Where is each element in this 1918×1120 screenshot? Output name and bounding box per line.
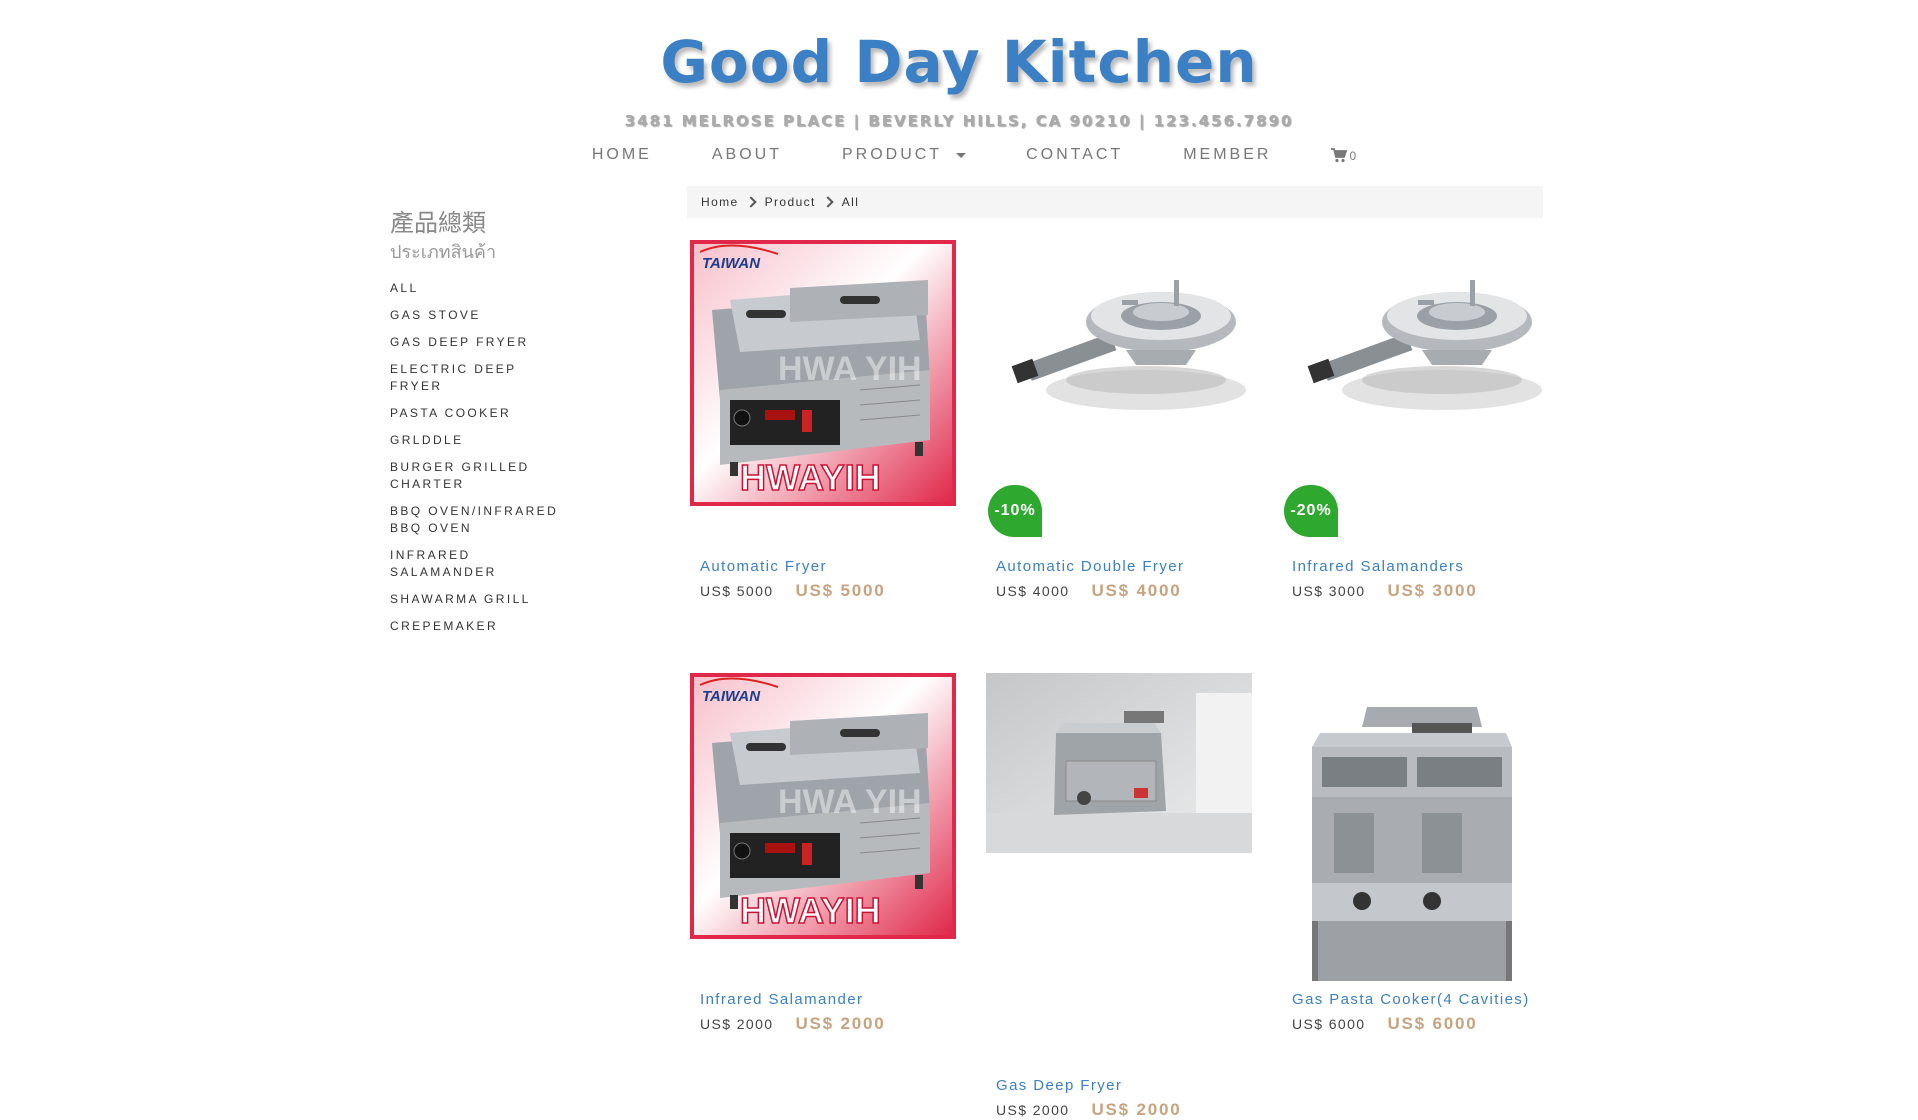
discount-badge: -10% [988,485,1042,537]
discount-badge: -20% [1284,485,1338,537]
product-sale-price: US$ 4000 [1091,581,1182,600]
sidebar-title-thai: ประเภทสินค้า [390,242,497,263]
brand-logo-text: HWAYIH [740,890,881,931]
product-sale-price: US$ 2000 [1091,1100,1182,1119]
category-gas-deep-fryer[interactable]: GAS DEEP FRYER [390,334,565,351]
product-image-griddle[interactable]: TAIWAN HWA YIH HWAYIH [690,673,956,939]
category-list: ALL GAS STOVE GAS DEEP FRYER ELECTRIC DE… [390,280,565,645]
product-original-price: US$ 5000 [700,583,774,599]
shopping-cart-icon [1331,147,1348,162]
nav-contact-label: CONTACT [1026,146,1124,163]
product-card: TAIWAN HWA YIH HWAYIH Automatic Fryer US… [690,240,956,601]
product-name[interactable]: Automatic Double Fryer [996,558,1252,575]
product-name[interactable]: Infrared Salamanders [1292,558,1548,575]
product-image-burner[interactable]: -10% [986,240,1252,537]
nav-home[interactable]: HOME [592,146,652,164]
nav-product-dropdown[interactable]: PRODUCT [841,146,967,164]
product-name[interactable]: Automatic Fryer [700,558,956,575]
product-card: Gas Deep Fryer US$ 2000 US$ 2000 [986,673,1252,1120]
product-name[interactable]: Gas Pasta Cooker(4 Cavities) [1292,991,1548,1008]
category-bbq-oven[interactable]: BBQ OVEN/INFRARED BBQ OVEN [390,503,565,537]
category-shawarma-grill[interactable]: SHAWARMA GRILL [390,591,565,608]
category-all[interactable]: ALL [390,280,565,297]
nav-member-label: MEMBER [1183,146,1272,163]
griddle-image: TAIWAN HWA YIH HWAYIH [690,240,956,506]
product-image-pasta-cooker[interactable] [1282,673,1548,981]
product-price-row: US$ 3000 US$ 3000 [1292,581,1548,601]
breadcrumb: Home Product All [687,186,1543,218]
product-price-row: US$ 6000 US$ 6000 [1292,1014,1548,1034]
product-price-row: US$ 2000 US$ 2000 [700,1014,956,1034]
product-sale-price: US$ 3000 [1387,581,1478,600]
chevron-right-icon [744,196,757,208]
breadcrumb-home[interactable]: Home [701,195,739,209]
taiwan-logo-text: TAIWAN [702,255,761,272]
product-original-price: US$ 3000 [1292,583,1366,599]
gas-burner-image [1307,280,1542,410]
category-burger-grilled-charter[interactable]: BURGER GRILLED CHARTER [390,459,565,493]
product-price-row: US$ 5000 US$ 5000 [700,581,956,601]
griddle-image: TAIWAN HWA YIH HWAYIH [690,673,956,939]
sidebar-title-chinese: 產品總類 [390,209,486,237]
product-original-price: US$ 2000 [700,1016,774,1032]
chevron-right-icon [822,196,834,208]
breadcrumb-all: All [841,195,860,209]
cart-button[interactable]: 0 [1331,147,1357,163]
main-nav: HOME ABOUT PRODUCT CONTACT MEMBER 0 [0,143,1918,167]
product-sale-price: US$ 6000 [1387,1014,1478,1033]
nav-about[interactable]: ABOUT [712,146,782,164]
product-name[interactable]: Infrared Salamander [700,991,956,1008]
category-infrared-salamander[interactable]: INFRARED SALAMANDER [390,547,565,581]
nav-product-label: PRODUCT [841,146,943,163]
product-card: Gas Pasta Cooker(4 Cavities) US$ 6000 US… [1282,673,1548,1034]
watermark-text: HWA YIH [778,350,922,388]
product-image-fryer[interactable] [986,673,1252,939]
product-name[interactable]: Gas Deep Fryer [996,1077,1252,1094]
brand-logo-text: HWAYIH [740,457,881,498]
breadcrumb-product[interactable]: Product [765,195,816,209]
product-price-row: US$ 2000 US$ 2000 [996,1100,1252,1120]
product-sale-price: US$ 2000 [795,1014,886,1033]
gas-burner-image [1011,280,1246,410]
nav-about-label: ABOUT [711,146,782,163]
caret-down-icon [956,152,967,158]
product-card: -20% Infrared Salamanders US$ 3000 US$ 3… [1282,240,1548,601]
product-card: TAIWAN HWA YIH HWAYIH Infrared Salamande… [690,673,956,1034]
product-card: -10% Automatic Double Fryer US$ 4000 US$… [986,240,1252,601]
category-gas-stove[interactable]: GAS STOVE [390,307,565,324]
nav-contact[interactable]: CONTACT [1026,146,1123,164]
nav-member[interactable]: MEMBER [1183,146,1271,164]
watermark-text: HWA YIH [778,783,922,821]
product-sale-price: US$ 5000 [795,581,886,600]
category-electric-deep-fryer[interactable]: ELECTRIC DEEP FRYER [390,361,565,395]
site-title[interactable]: Good Day Kitchen [0,28,1918,96]
category-crepemaker[interactable]: CREPEMAKER [390,618,565,635]
product-image-griddle[interactable]: TAIWAN HWA YIH HWAYIH [690,240,956,506]
product-original-price: US$ 2000 [996,1102,1070,1118]
countertop-fryer-image [986,673,1252,853]
cart-count: 0 [1349,148,1357,163]
category-griddle[interactable]: GRLDDLE [390,432,565,449]
pasta-cooker-image [1312,707,1512,981]
product-image-burner[interactable]: -20% [1282,240,1548,537]
product-price-row: US$ 4000 US$ 4000 [996,581,1252,601]
taiwan-logo-text: TAIWAN [702,688,761,705]
nav-home-label: HOME [591,146,652,163]
category-pasta-cooker[interactable]: PASTA COOKER [390,405,565,422]
site-address: 3481 MELROSE PLACE | BEVERLY HILLS, CA 9… [624,112,1294,130]
product-original-price: US$ 4000 [996,583,1070,599]
product-original-price: US$ 6000 [1292,1016,1366,1032]
